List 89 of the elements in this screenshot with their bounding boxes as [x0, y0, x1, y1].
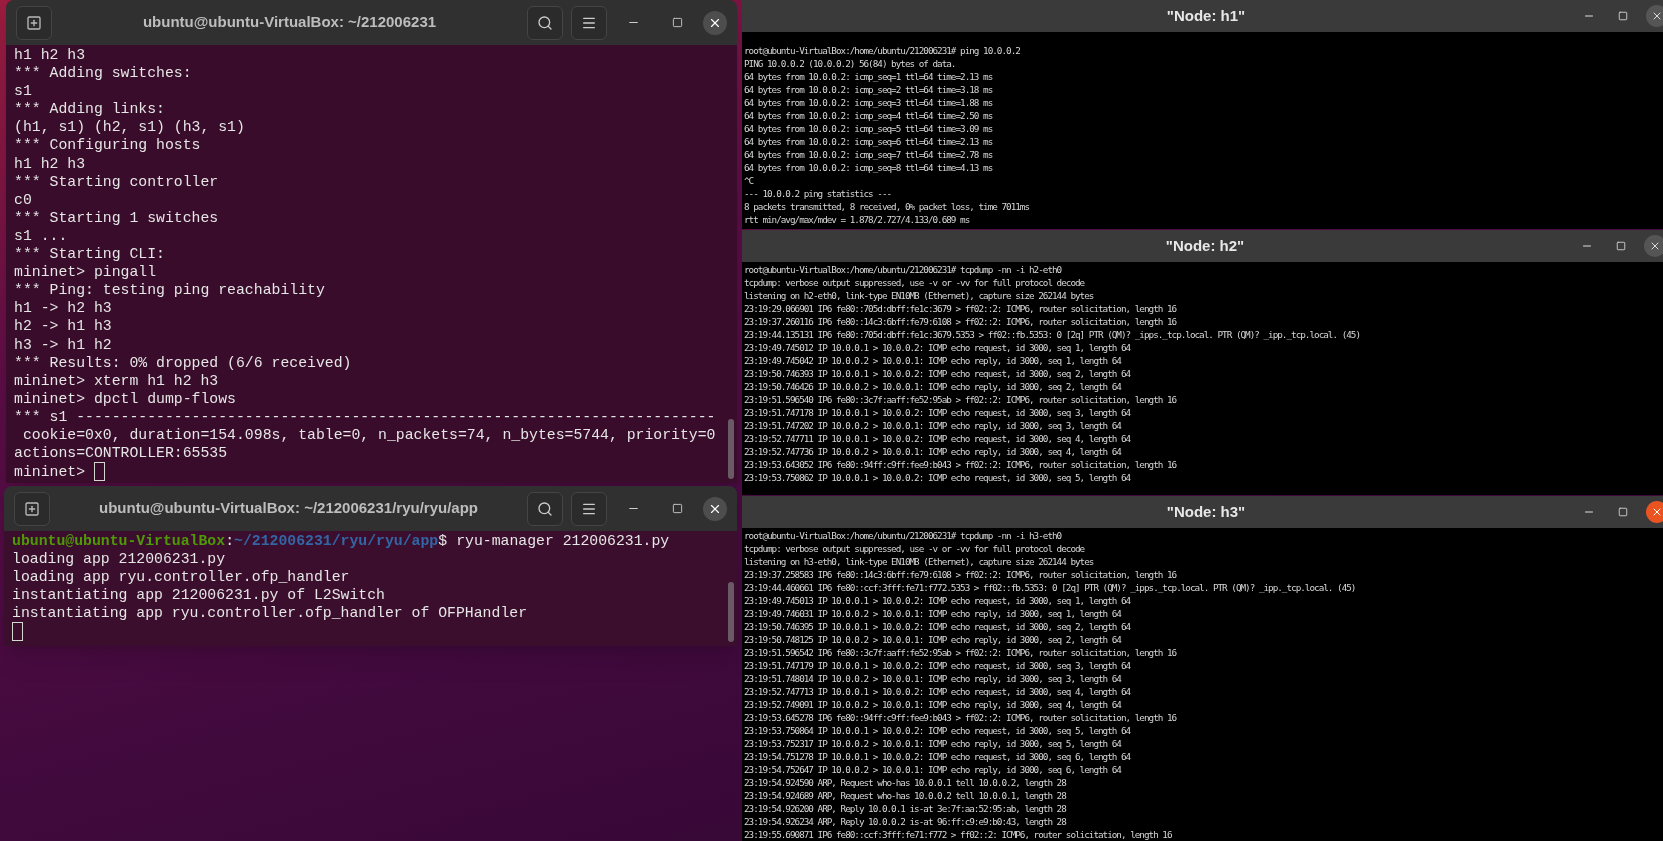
output-line: s1: [14, 82, 32, 101]
output-line: 23:19:50.748125 IP 10.0.0.2 > 10.0.0.1: ICMP echo reply, id 3000, seq 2, length 64: [744, 633, 1121, 646]
output-line: listening on h2-eth0, link-type EN10MB (Ethernet), capture size 262144 bytes: [744, 289, 1094, 302]
output-line: 64 bytes from 10.0.0.2: icmp_seq=6 ttl=64 time=2.13 ms: [744, 135, 993, 148]
output-line: (h1, s1) (h2, s1) (h3, s1): [14, 118, 245, 137]
output-line: 23:19:52.747711 IP 10.0.0.1 > 10.0.0.2: ICMP echo request, id 3000, seq 4, length 64: [744, 432, 1131, 445]
output-line: instantiating app ryu.controller.ofp_handler of OFPHandler: [12, 604, 527, 623]
output-line: *** Configuring hosts: [14, 136, 201, 155]
output-line: tcpdump: verbose output suppressed, use -v or -vv for full protocol decode: [744, 542, 1085, 555]
output-line: 8 packets transmitted, 8 received, 0% packet loss, time 7011ms: [744, 200, 1030, 213]
output-line: mininet>: [14, 462, 86, 481]
output-line: 23:19:50.746426 IP 10.0.0.2 > 10.0.0.1: ICMP echo reply, id 3000, seq 2, length 64: [744, 380, 1121, 393]
output-line: 23:19:51.747179 IP 10.0.0.1 > 10.0.0.2: ICMP echo request, id 3000, seq 3, length 64: [744, 659, 1131, 672]
output-line: *** Starting CLI:: [14, 245, 165, 264]
output-line: 23:19:52.747713 IP 10.0.0.1 > 10.0.0.2: ICMP echo request, id 3000, seq 4, length 64: [744, 685, 1131, 698]
output-line: mininet> dpctl dump-flows: [14, 389, 236, 408]
output-line: 64 bytes from 10.0.0.2: icmp_seq=4 ttl=64 time=2.50 ms: [744, 109, 993, 122]
window-title: ubuntu@ubuntu-VirtualBox: ~/212006231: [141, 12, 438, 33]
output-line: s1 ...: [14, 226, 68, 246]
output-line: 23:19:50.746393 IP 10.0.0.1 > 10.0.0.2: ICMP echo request, id 3000, seq 2, length 64: [744, 367, 1131, 380]
output-line: 23:19:51.596542 IP6 fe80::3c7f:aaff:fe52:95ab > ff02::2: ICMP6, router solicitation, length 16: [744, 646, 1177, 659]
window-title: "Node: h2": [1165, 235, 1245, 256]
output-line: 64 bytes from 10.0.0.2: icmp_seq=1 ttl=64 time=2.13 ms: [744, 70, 993, 83]
output-line: listening on h3-eth0, link-type EN10MB (Ethernet), capture size 262144 bytes: [744, 555, 1094, 568]
output-line: 23:19:44.460661 IP6 fe80::ccf:3fff:fe71:f772.5353 > ff02::fb.5353: 0 [2q] PTR (QM)? _ipps._tcp.local. PTR (QM)? _ipp._tcp.local. (45): [744, 581, 1356, 594]
window-title: ubuntu@ubuntu-VirtualBox: ~/212006231/ryu/ryu/app: [98, 498, 479, 519]
output-line: 23:19:51.596540 IP6 fe80::3c7f:aaff:fe52:95ab > ff02::2: ICMP6, router solicitation, length 16: [744, 393, 1177, 406]
output-line: mininet> pingall: [14, 263, 157, 282]
output-line: 23:19:49.746031 IP 10.0.0.2 > 10.0.0.1: ICMP echo reply, id 3000, seq 1, length 64: [744, 607, 1121, 620]
output-line: 23:19:49.745013 IP 10.0.0.1 > 10.0.0.2: ICMP echo request, id 3000, seq 1, length 64: [744, 594, 1131, 607]
output-line: *** Starting controller: [14, 172, 219, 191]
output-line: cookie=0x0, duration=154.098s, table=0, n_packets=74, n_bytes=5744, priority=0: [21, 425, 716, 445]
output-line: *** s1 ------------------------------------------------------------------------: [14, 407, 716, 426]
output-line: 23:19:37.260116 IP6 fe80::14c3:6bff:fe79:6108 > ff02::2: ICMP6, router solicitation, length 16: [744, 315, 1177, 328]
output-line: 64 bytes from 10.0.0.2: icmp_seq=8 ttl=64 time=4.13 ms: [744, 161, 993, 174]
output-line: 23:19:51.748014 IP 10.0.0.2 > 10.0.0.1: ICMP echo reply, id 3000, seq 3, length 64: [744, 672, 1121, 685]
output-line: 23:19:54.924689 ARP, Request who-has 10.0.0.2 tell 10.0.0.1, length 28: [744, 789, 1066, 802]
output-line: --- 10.0.0.2 ping statistics ---: [744, 187, 892, 200]
output-line: 23:19:44.135131 IP6 fe80::705d:dbff:fe1c:3679.5353 > ff02::fb.5353: 0 [2q] PTR (QM)? _ipps._tcp.local. PTR (QM)? _ipp._tcp.local. (45): [744, 328, 1361, 341]
output-line: root@ubuntu-VirtualBox:/home/ubuntu/212006231# ping 10.0.0.2: [744, 44, 1020, 57]
output-line: 23:19:37.258583 IP6 fe80::14c3:6bff:fe79:6108 > ff02::2: ICMP6, router solicitation, length 16: [744, 568, 1177, 581]
output-line: h2 -> h1 h3: [14, 317, 112, 336]
output-line: 23:19:29.066901 IP6 fe80::705d:dbff:fe1c:3679 > ff02::2: ICMP6, router solicitation, length 16: [744, 302, 1177, 315]
output-line: 64 bytes from 10.0.0.2: icmp_seq=2 ttl=64 time=3.18 ms: [744, 83, 993, 96]
output-line: 23:19:53.645278 IP6 fe80::94ff:c9ff:fee9:b043 > ff02::2: ICMP6, router solicitation, length 16: [744, 711, 1177, 724]
output-line: *** Starting 1 switches: [14, 208, 219, 227]
output-line: root@ubuntu-VirtualBox:/home/ubuntu/212006231# tcpdump -nn -i h2-eth0: [744, 263, 1062, 276]
output-line: rtt min/avg/max/mdev = 1.878/2.727/4.133/0.689 ms: [744, 213, 970, 226]
output-line: loading app 212006231.py: [12, 550, 226, 569]
output-line: 23:19:54.751278 IP 10.0.0.1 > 10.0.0.2: ICMP echo request, id 3000, seq 6, length 64: [744, 750, 1131, 763]
window-title: "Node: h3": [1166, 501, 1246, 522]
output-line: instantiating app 212006231.py of L2Switch: [12, 586, 385, 605]
output-line: *** Ping: testing ping reachability: [14, 281, 325, 300]
output-line: 23:19:54.926234 ARP, Reply 10.0.0.2 is-at 96:ff:c9:e9:b0:43, length 28: [744, 815, 1066, 828]
output-line: tcpdump: verbose output suppressed, use -v or -vv for full protocol decode: [744, 276, 1085, 289]
output-line: 23:19:51.747178 IP 10.0.0.1 > 10.0.0.2: ICMP echo request, id 3000, seq 3, length 64: [744, 406, 1131, 419]
output-line: 23:19:55.690871 IP6 fe80::ccf:3fff:fe71:f772 > ff02::2: ICMP6, router solicitation, length 16: [744, 828, 1172, 841]
output-line: 23:19:54.924590 ARP, Request who-has 10.0.0.1 tell 10.0.0.2, length 28: [744, 776, 1066, 789]
output-line: h1 -> h2 h3: [14, 299, 112, 318]
output-line: PING 10.0.0.2 (10.0.0.2) 56(84) bytes of data.: [744, 57, 956, 70]
output-line: 23:19:53.752317 IP 10.0.0.2 > 10.0.0.1: ICMP echo reply, id 3000, seq 5, length 64: [744, 737, 1121, 750]
window-title: "Node: h1": [1166, 5, 1246, 26]
output-line: 23:19:52.747736 IP 10.0.0.2 > 10.0.0.1: ICMP echo reply, id 3000, seq 4, length 64: [744, 445, 1121, 458]
output-line: root@ubuntu-VirtualBox:/home/ubuntu/212006231# tcpdump -nn -i h3-eth0: [744, 529, 1062, 542]
output-line: 23:19:54.752647 IP 10.0.0.2 > 10.0.0.1: ICMP echo reply, id 3000, seq 6, length 64: [744, 763, 1121, 776]
output-line: 64 bytes from 10.0.0.2: icmp_seq=3 ttl=64 time=1.88 ms: [744, 96, 993, 109]
output-line: 23:19:53.750864 IP 10.0.0.1 > 10.0.0.2: ICMP echo request, id 3000, seq 5, length 64: [744, 724, 1131, 737]
output-line: loading app ryu.controller.ofp_handler: [12, 568, 350, 587]
output-line: 64 bytes from 10.0.0.2: icmp_seq=7 ttl=64 time=2.78 ms: [744, 148, 993, 161]
output-line: 23:19:53.643052 IP6 fe80::94ff:c9ff:fee9:b043 > ff02::2: ICMP6, router solicitation, length 16: [744, 458, 1177, 471]
output-line: actions=CONTROLLER:65535: [14, 444, 228, 463]
output-line: *** Results: 0% dropped (6/6 received): [14, 353, 352, 372]
output-line: 23:19:54.926200 ARP, Reply 10.0.0.1 is-at 3e:7f:aa:52:95:ab, length 28: [744, 802, 1066, 815]
output-line: mininet> xterm h1 h2 h3: [14, 371, 219, 390]
output-line: *** Adding links:: [14, 100, 165, 119]
output-line: 64 bytes from 10.0.0.2: icmp_seq=5 ttl=64 time=3.09 ms: [744, 122, 993, 135]
output-line: 23:19:52.749091 IP 10.0.0.2 > 10.0.0.1: ICMP echo reply, id 3000, seq 4, length 64: [744, 698, 1121, 711]
output-line: 23:19:49.745012 IP 10.0.0.1 > 10.0.0.2: ICMP echo request, id 3000, seq 1, length 64: [744, 341, 1131, 354]
output-line: 23:19:51.747202 IP 10.0.0.2 > 10.0.0.1: ICMP echo reply, id 3000, seq 3, length 64: [744, 419, 1121, 432]
output-line: h1 h2 h3: [14, 154, 86, 173]
output-line: 23:19:50.746395 IP 10.0.0.1 > 10.0.0.2: ICMP echo request, id 3000, seq 2, length 64: [744, 620, 1131, 633]
output-line: 23:19:53.750862 IP 10.0.0.1 > 10.0.0.2: ICMP echo request, id 3000, seq 5, length 64: [744, 471, 1131, 484]
output-line: c0: [14, 190, 32, 209]
output-line: h1 h2 h3: [14, 46, 86, 65]
prompt-line: ubuntu@ubuntu-VirtualBox:~/212006231/ryu/ryu/app$ ryu-manager 212006231.py: [12, 532, 671, 551]
output-line: 23:19:49.745042 IP 10.0.0.2 > 10.0.0.1: ICMP echo reply, id 3000, seq 1, length 64: [744, 354, 1121, 367]
output-line: ^C: [744, 174, 754, 187]
output-line: *** Adding switches:: [14, 64, 192, 83]
output-line: h3 -> h1 h2: [14, 335, 112, 354]
